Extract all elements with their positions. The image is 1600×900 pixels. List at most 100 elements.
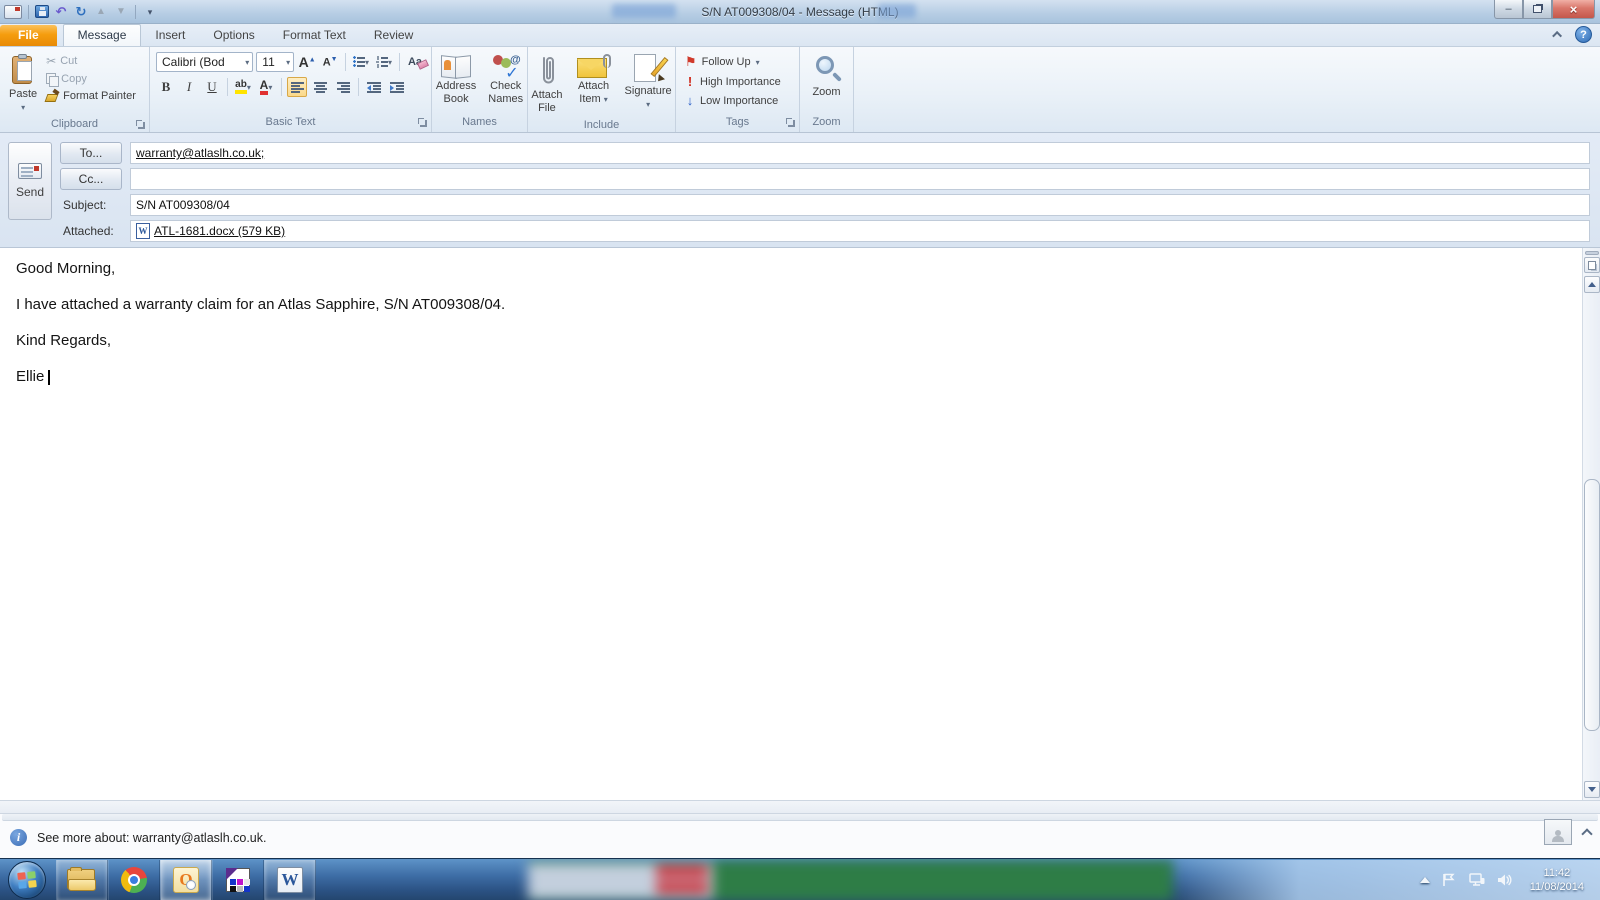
cc-field[interactable] bbox=[130, 168, 1590, 190]
chevron-down-icon: ▾ bbox=[21, 103, 26, 112]
split-handle[interactable] bbox=[1584, 251, 1599, 255]
message-body-area: Good Morning, I have attached a warranty… bbox=[0, 248, 1600, 800]
people-pane-button[interactable] bbox=[1544, 819, 1572, 845]
windows-logo-icon bbox=[17, 870, 37, 889]
attachment-name[interactable]: ATL-1681.docx (579 KB) bbox=[154, 224, 285, 238]
attachment-item[interactable]: W ATL-1681.docx (579 KB) bbox=[136, 223, 285, 239]
message-header: Send To... warranty@atlaslh.co.uk; Cc...… bbox=[0, 133, 1600, 248]
people-pane-divider[interactable] bbox=[2, 814, 1598, 821]
tray-show-hidden-icon[interactable] bbox=[1419, 876, 1430, 883]
dialog-launcher-icon[interactable] bbox=[785, 117, 796, 128]
clock-time: 11:42 bbox=[1543, 866, 1571, 879]
tab-options[interactable]: Options bbox=[199, 25, 268, 46]
shrink-font-button[interactable]: A▼ bbox=[320, 52, 340, 72]
taskbar-chrome-button[interactable] bbox=[108, 859, 160, 900]
scroll-thumb[interactable] bbox=[1583, 478, 1600, 731]
dialog-launcher-icon[interactable] bbox=[135, 119, 146, 130]
body-paragraph: Kind Regards, bbox=[16, 332, 112, 349]
message-body-editor[interactable]: Good Morning, I have attached a warranty… bbox=[0, 248, 1582, 800]
address-book-button[interactable]: Address Book bbox=[431, 51, 481, 115]
numbering-button[interactable]: ▾ bbox=[374, 52, 394, 72]
cut-button[interactable]: ✂ Cut bbox=[42, 53, 140, 69]
volume-icon[interactable] bbox=[1496, 871, 1514, 889]
underline-button[interactable]: U bbox=[202, 77, 222, 97]
group-label: Include bbox=[583, 119, 620, 131]
scroll-up-button[interactable] bbox=[1583, 276, 1600, 293]
bullets-button[interactable]: ▾ bbox=[351, 52, 371, 72]
taskbar-app-button[interactable] bbox=[212, 859, 264, 900]
ruler-toggle-button[interactable] bbox=[1583, 257, 1600, 273]
clear-formatting-button[interactable]: Aa bbox=[405, 52, 425, 72]
scroll-track[interactable] bbox=[1583, 295, 1600, 779]
envelope-clip-icon bbox=[576, 54, 611, 78]
dialog-launcher-icon[interactable] bbox=[417, 117, 428, 128]
follow-up-button[interactable]: ⚑ Follow Up ▾ bbox=[680, 53, 795, 71]
attach-file-button[interactable]: Attach File bbox=[526, 51, 567, 118]
cc-button[interactable]: Cc... bbox=[60, 168, 122, 190]
horizontal-scrollbar[interactable] bbox=[0, 800, 1600, 814]
subject-label: Subject: bbox=[63, 198, 107, 212]
status-bar: i See more about: warranty@atlaslh.co.uk… bbox=[0, 814, 1600, 858]
format-painter-button[interactable]: Format Painter bbox=[42, 89, 140, 103]
increase-indent-button[interactable] bbox=[387, 77, 407, 97]
action-center-flag-icon[interactable] bbox=[1440, 871, 1458, 889]
chevron-down-icon: ▾ bbox=[646, 100, 651, 109]
scissors-icon: ✂ bbox=[46, 54, 57, 68]
address-book-icon bbox=[441, 54, 471, 78]
taskbar-clock[interactable]: 11:42 11/08/2014 bbox=[1524, 866, 1590, 894]
tab-format-text[interactable]: Format Text bbox=[269, 25, 360, 46]
high-importance-button[interactable]: ! High Importance bbox=[680, 73, 795, 90]
tab-file[interactable]: File bbox=[0, 25, 57, 46]
start-button[interactable] bbox=[8, 860, 46, 899]
body-paragraph: I have attached a warranty claim for an … bbox=[16, 296, 506, 313]
attach-item-button[interactable]: Attach Item ▾ bbox=[572, 51, 616, 118]
copy-button[interactable]: Copy bbox=[42, 72, 140, 87]
to-field[interactable]: warranty@atlaslh.co.uk; bbox=[130, 142, 1590, 164]
signature-button[interactable]: Signature ▾ bbox=[620, 51, 677, 118]
group-label: Clipboard bbox=[50, 118, 99, 130]
page-icon bbox=[1587, 260, 1596, 270]
low-importance-button[interactable]: ↓ Low Importance bbox=[680, 92, 795, 109]
paintbrush-icon bbox=[46, 90, 59, 102]
italic-button[interactable]: I bbox=[179, 77, 199, 97]
group-tags: ⚑ Follow Up ▾ ! High Importance ↓ Low Import… bbox=[676, 47, 800, 132]
help-button[interactable]: ? bbox=[1575, 26, 1592, 43]
zoom-button[interactable]: Zoom bbox=[807, 51, 845, 115]
paste-button[interactable]: Paste ▾ bbox=[4, 51, 42, 117]
people-pane-expand-icon[interactable] bbox=[1582, 827, 1592, 837]
to-recipient[interactable]: warranty@atlaslh.co.uk; bbox=[136, 146, 264, 160]
network-icon[interactable] bbox=[1468, 871, 1486, 889]
tab-message[interactable]: Message bbox=[62, 24, 142, 46]
vertical-scrollbar[interactable] bbox=[1582, 248, 1600, 800]
taskbar-outlook-button[interactable]: O bbox=[160, 859, 212, 900]
align-left-button[interactable] bbox=[287, 77, 307, 97]
attached-field[interactable]: W ATL-1681.docx (579 KB) bbox=[130, 220, 1590, 242]
taskbar-word-button[interactable]: W bbox=[264, 859, 316, 900]
align-center-icon bbox=[313, 81, 327, 93]
align-right-button[interactable] bbox=[333, 77, 353, 97]
to-button[interactable]: To... bbox=[60, 142, 122, 164]
highlight-button[interactable]: ab ▾ bbox=[233, 77, 253, 97]
align-center-button[interactable] bbox=[310, 77, 330, 97]
scroll-down-button[interactable] bbox=[1583, 781, 1600, 798]
font-size-combo[interactable]: 11 ▾ bbox=[256, 52, 295, 72]
minimize-ribbon-icon[interactable] bbox=[1549, 27, 1567, 43]
ribbon: Paste ▾ ✂ Cut Copy Format Painter Clipboa… bbox=[0, 47, 1600, 133]
font-color-button[interactable]: A ▾ bbox=[256, 77, 276, 97]
check-names-button[interactable]: @ ✓ Check Names bbox=[483, 51, 528, 115]
decrease-indent-button[interactable] bbox=[364, 77, 384, 97]
info-icon: i bbox=[10, 829, 27, 846]
bold-button[interactable]: B bbox=[156, 77, 176, 97]
minimize-button[interactable]: – bbox=[1494, 0, 1523, 19]
send-button[interactable]: Send bbox=[8, 142, 52, 220]
font-name-combo[interactable]: Calibri (Bod ▾ bbox=[156, 52, 254, 72]
tab-insert[interactable]: Insert bbox=[141, 25, 199, 46]
subject-field[interactable]: S/N AT009308/04 bbox=[130, 194, 1590, 216]
close-button[interactable]: × bbox=[1552, 0, 1595, 19]
tab-review[interactable]: Review bbox=[360, 25, 427, 46]
group-zoom: Zoom Zoom bbox=[800, 47, 854, 132]
taskbar-explorer-button[interactable] bbox=[56, 859, 108, 900]
grow-font-button[interactable]: A▲ bbox=[297, 52, 317, 72]
divider bbox=[281, 78, 282, 96]
restore-button[interactable] bbox=[1523, 0, 1552, 19]
